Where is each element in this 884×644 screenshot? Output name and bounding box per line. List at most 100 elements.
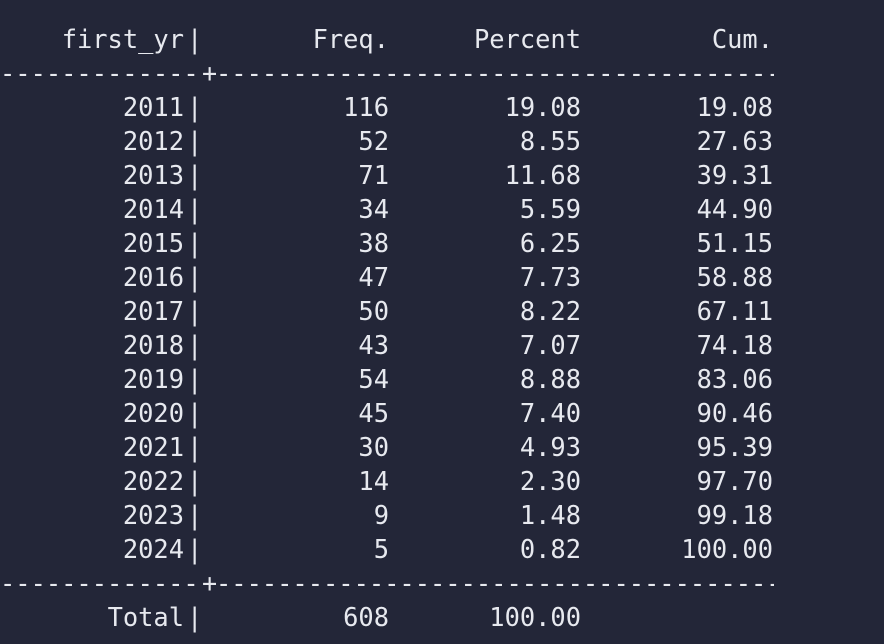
column-separator: | (187, 398, 203, 428)
table-row: 2017 | 50 8.22 67.11 (0, 294, 884, 328)
row-percent: 4.93 (519, 432, 581, 462)
rule-cross: + (202, 568, 216, 598)
row-percent: 7.73 (519, 262, 581, 292)
table-total-row: Total | 608 100.00 (0, 600, 884, 634)
row-cum: 67.11 (696, 296, 773, 326)
row-freq: 45 (358, 398, 389, 428)
tabulate-output: first_yr | Freq. Percent Cum. ----------… (0, 22, 884, 634)
row-percent: 7.40 (519, 398, 581, 428)
table-row: 2020 | 45 7.40 90.46 (0, 396, 884, 430)
row-year: 2016 (122, 262, 184, 292)
table-row: 2022 | 14 2.30 97.70 (0, 464, 884, 498)
column-separator: | (187, 500, 203, 530)
table-body: 2011 | 116 19.08 19.08 2012 | 52 8.55 27.63 2013 | 7… (0, 90, 884, 566)
row-cum: 97.70 (696, 466, 773, 496)
table-row: 2013 | 71 11.68 39.31 (0, 158, 884, 192)
row-freq: 38 (358, 228, 389, 258)
row-freq: 5 (373, 534, 389, 564)
row-freq: 54 (358, 364, 389, 394)
row-percent: 2.30 (519, 466, 581, 496)
row-cum: 19.08 (696, 92, 773, 122)
table-row: 2012 | 52 8.55 27.63 (0, 124, 884, 158)
header-divider-rule: --------------------------------+-------… (0, 56, 884, 90)
row-year: 2013 (122, 160, 184, 190)
row-freq: 43 (358, 330, 389, 360)
row-year: 2018 (122, 330, 184, 360)
row-year: 2017 (122, 296, 184, 326)
total-percent: 100.00 (489, 602, 581, 632)
row-percent: 5.59 (519, 194, 581, 224)
table-header-row: first_yr | Freq. Percent Cum. (0, 22, 884, 56)
header-percent: Percent (473, 24, 581, 54)
row-percent: 8.55 (519, 126, 581, 156)
column-separator: | (187, 602, 203, 632)
row-cum: 51.15 (696, 228, 773, 258)
row-cum: 74.18 (696, 330, 773, 360)
table-row: 2016 | 47 7.73 58.88 (0, 260, 884, 294)
row-percent: 1.48 (519, 500, 581, 530)
column-separator: | (187, 24, 203, 54)
table-row: 2015 | 38 6.25 51.15 (0, 226, 884, 260)
row-freq: 71 (358, 160, 389, 190)
row-freq: 50 (358, 296, 389, 326)
row-freq: 30 (358, 432, 389, 462)
header-freq: Freq. (312, 24, 389, 54)
row-year: 2012 (122, 126, 184, 156)
table-row: 2018 | 43 7.07 74.18 (0, 328, 884, 362)
row-freq: 47 (358, 262, 389, 292)
row-year: 2014 (122, 194, 184, 224)
row-cum: 39.31 (696, 160, 773, 190)
table-row: 2011 | 116 19.08 19.08 (0, 90, 884, 124)
total-cum (581, 600, 773, 634)
row-freq: 14 (358, 466, 389, 496)
row-year: 2022 (122, 466, 184, 496)
row-year: 2024 (122, 534, 184, 564)
column-separator: | (187, 534, 203, 564)
rule-left-segment: -------------------------------- (0, 568, 202, 598)
column-separator: | (187, 92, 203, 122)
row-year: 2015 (122, 228, 184, 258)
row-percent: 6.25 (519, 228, 581, 258)
row-year: 2021 (122, 432, 184, 462)
column-separator: | (187, 330, 203, 360)
column-separator: | (187, 296, 203, 326)
rule-left-segment: -------------------------------- (0, 58, 202, 88)
table-row: 2014 | 34 5.59 44.90 (0, 192, 884, 226)
column-separator: | (187, 466, 203, 496)
row-freq: 116 (343, 92, 389, 122)
row-percent: 0.82 (519, 534, 581, 564)
row-cum: 27.63 (696, 126, 773, 156)
row-cum: 99.18 (696, 500, 773, 530)
row-cum: 83.06 (696, 364, 773, 394)
rule-right-segment: ----------------------------------------… (216, 568, 774, 598)
rule-cross: + (202, 58, 216, 88)
row-cum: 95.39 (696, 432, 773, 462)
table-row: 2023 | 9 1.48 99.18 (0, 498, 884, 532)
column-separator: | (187, 262, 203, 292)
row-cum: 58.88 (696, 262, 773, 292)
table-row: 2021 | 30 4.93 95.39 (0, 430, 884, 464)
rule-right-segment: ----------------------------------------… (216, 58, 774, 88)
row-percent: 19.08 (504, 92, 581, 122)
row-cum: 100.00 (681, 534, 773, 564)
row-year: 2011 (122, 92, 184, 122)
row-percent: 8.88 (519, 364, 581, 394)
column-separator: | (187, 126, 203, 156)
table-row: 2019 | 54 8.88 83.06 (0, 362, 884, 396)
total-freq: 608 (343, 602, 389, 632)
total-label: Total (107, 602, 184, 632)
row-freq: 34 (358, 194, 389, 224)
header-variable-name: first_yr (61, 24, 184, 54)
row-year: 2020 (122, 398, 184, 428)
header-cum: Cum. (711, 24, 773, 54)
row-percent: 11.68 (504, 160, 581, 190)
row-freq: 9 (373, 500, 389, 530)
row-year: 2019 (122, 364, 184, 394)
column-separator: | (187, 160, 203, 190)
column-separator: | (187, 432, 203, 462)
row-freq: 52 (358, 126, 389, 156)
row-cum: 44.90 (696, 194, 773, 224)
row-percent: 8.22 (519, 296, 581, 326)
table-row: 2024 | 5 0.82 100.00 (0, 532, 884, 566)
column-separator: | (187, 194, 203, 224)
